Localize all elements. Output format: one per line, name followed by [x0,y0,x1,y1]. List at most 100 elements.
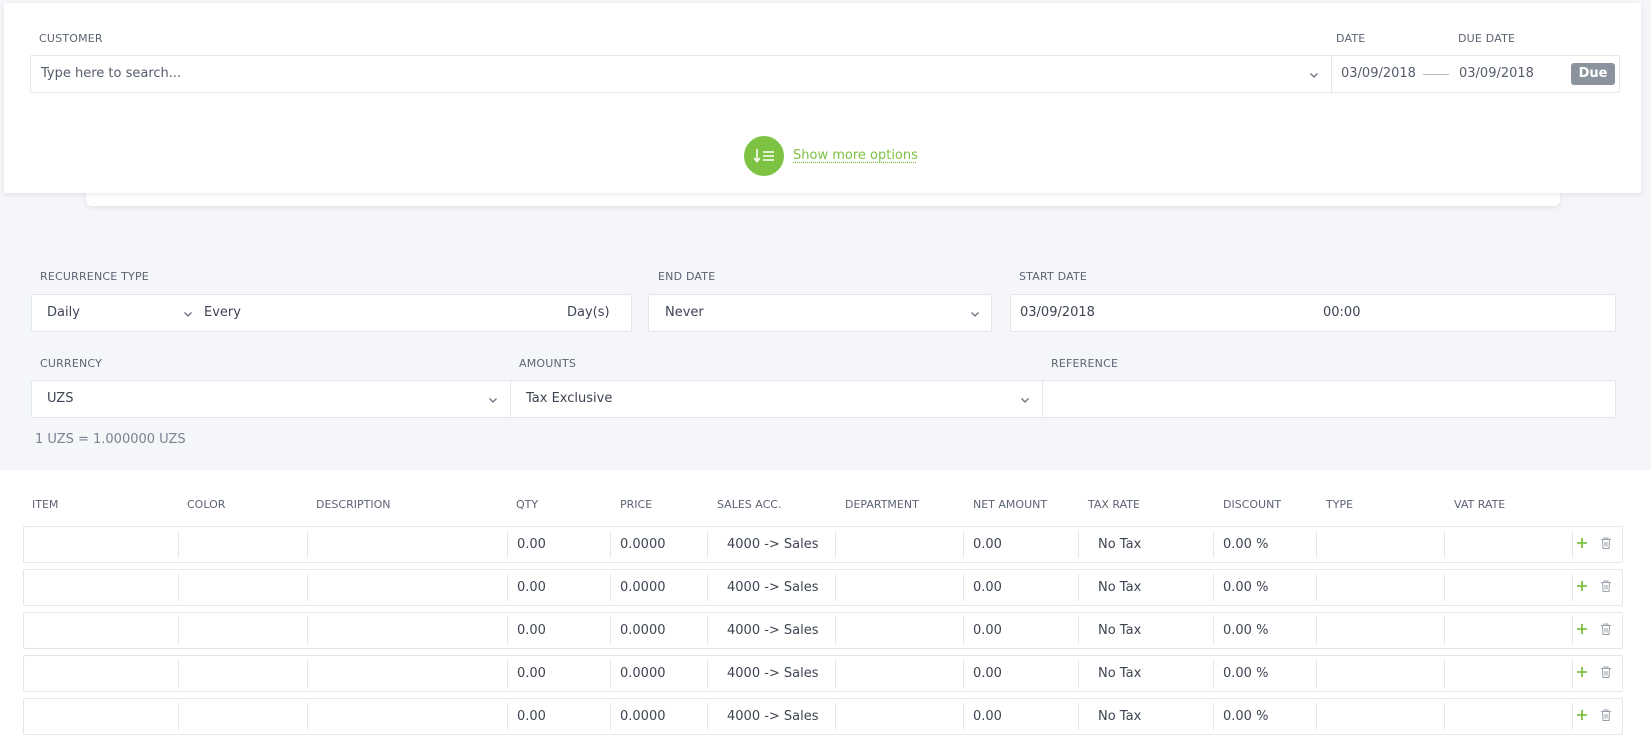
chevron-down-icon[interactable] [970,309,980,319]
cell-divider [507,703,508,730]
recurrence-type-select[interactable]: Daily [47,305,80,320]
sales-acc-cell[interactable]: 4000 -> Sales [727,580,819,595]
net-amount-cell[interactable]: 0.00 [973,666,1002,681]
show-more-options-link[interactable]: Show more options [793,148,918,163]
plus-icon[interactable] [1575,535,1589,549]
price-cell[interactable]: 0.0000 [620,580,666,595]
chevron-down-icon[interactable] [1020,395,1030,405]
trash-icon[interactable] [1599,621,1613,635]
tax-rate-cell[interactable]: No Tax [1098,709,1141,724]
trash-icon[interactable] [1599,707,1613,721]
qty-cell[interactable]: 0.00 [517,580,546,595]
tax-rate-cell[interactable]: No Tax [1098,623,1141,638]
price-cell[interactable]: 0.0000 [620,709,666,724]
tax-rate-cell[interactable]: No Tax [1098,666,1141,681]
column-sales-acc: SALES ACC. [717,498,782,511]
chevron-down-icon[interactable] [1309,70,1319,80]
amounts-select[interactable]: Tax Exclusive [526,391,612,406]
cell-divider [1444,660,1445,687]
cell-divider [1316,617,1317,644]
column-vat-rate: VAT RATE [1454,498,1506,511]
invoice-header-card: CUSTOMER DATE DUE DATE Type here to sear… [4,3,1641,193]
chevron-down-icon[interactable] [488,395,498,405]
start-date-input[interactable]: 03/09/2018 [1020,305,1095,320]
plus-icon[interactable] [1575,707,1589,721]
start-date-label: START DATE [1019,270,1088,283]
discount-cell[interactable]: 0.00 % [1223,709,1268,724]
date-range-dash [1423,74,1449,75]
price-cell[interactable]: 0.0000 [620,623,666,638]
cell-divider [835,703,836,730]
cell-divider [963,617,964,644]
date-input[interactable]: 03/09/2018 [1341,66,1416,81]
net-amount-cell[interactable]: 0.00 [973,623,1002,638]
trash-icon[interactable] [1599,535,1613,549]
discount-cell[interactable]: 0.00 % [1223,580,1268,595]
discount-cell[interactable]: 0.00 % [1223,537,1268,552]
cell-divider [1213,574,1214,601]
cell-divider [963,703,964,730]
currency-row: UZS Tax Exclusive [31,380,1616,418]
chevron-down-icon[interactable] [183,309,193,319]
sales-acc-cell[interactable]: 4000 -> Sales [727,537,819,552]
tax-rate-cell[interactable]: No Tax [1098,537,1141,552]
cell-divider [963,531,964,558]
cell-divider [1213,531,1214,558]
end-date-select[interactable]: Never [665,305,704,320]
cell-divider [1078,660,1079,687]
field-divider [1042,381,1043,417]
discount-cell[interactable]: 0.00 % [1223,623,1268,638]
column-qty: QTY [516,498,539,511]
start-time-input[interactable]: 00:00 [1323,305,1360,320]
qty-cell[interactable]: 0.00 [517,623,546,638]
date-label: DATE [1336,32,1366,45]
plus-icon[interactable] [1575,664,1589,678]
due-button[interactable]: Due [1571,63,1615,85]
cell-divider [1316,660,1317,687]
field-divider [510,381,511,417]
trash-icon[interactable] [1599,578,1613,592]
cell-divider [610,703,611,730]
sales-acc-cell[interactable]: 4000 -> Sales [727,709,819,724]
cell-divider [707,574,708,601]
column-discount: DISCOUNT [1223,498,1282,511]
table-row: 0.00 0.0000 4000 -> Sales 0.00 No Tax 0.… [23,526,1623,563]
amounts-label: AMOUNTS [519,357,577,370]
cell-divider [307,703,308,730]
qty-cell[interactable]: 0.00 [517,537,546,552]
due-date-label: DUE DATE [1458,32,1516,45]
net-amount-cell[interactable]: 0.00 [973,537,1002,552]
cell-divider [610,574,611,601]
customer-search-input[interactable]: Type here to search... [41,66,181,81]
plus-icon[interactable] [1575,578,1589,592]
cell-divider [1572,617,1573,644]
cell-divider [1078,703,1079,730]
qty-cell[interactable]: 0.00 [517,709,546,724]
sort-list-icon[interactable] [744,136,784,176]
trash-icon[interactable] [1599,664,1613,678]
tax-rate-cell[interactable]: No Tax [1098,580,1141,595]
cell-divider [1316,531,1317,558]
end-date-field: Never [648,294,992,332]
due-date-input[interactable]: 03/09/2018 [1459,66,1534,81]
qty-cell[interactable]: 0.00 [517,666,546,681]
sales-acc-cell[interactable]: 4000 -> Sales [727,623,819,638]
cell-divider [835,531,836,558]
cell-divider [507,617,508,644]
cell-divider [1572,574,1573,601]
cell-divider [835,617,836,644]
net-amount-cell[interactable]: 0.00 [973,709,1002,724]
cell-divider [1078,574,1079,601]
column-department: DEPARTMENT [845,498,919,511]
discount-cell[interactable]: 0.00 % [1223,666,1268,681]
sales-acc-cell[interactable]: 4000 -> Sales [727,666,819,681]
currency-select[interactable]: UZS [47,391,73,406]
cell-divider [610,531,611,558]
price-cell[interactable]: 0.0000 [620,666,666,681]
plus-icon[interactable] [1575,621,1589,635]
price-cell[interactable]: 0.0000 [620,537,666,552]
cell-divider [507,531,508,558]
net-amount-cell[interactable]: 0.00 [973,580,1002,595]
cell-divider [835,574,836,601]
cell-divider [507,660,508,687]
